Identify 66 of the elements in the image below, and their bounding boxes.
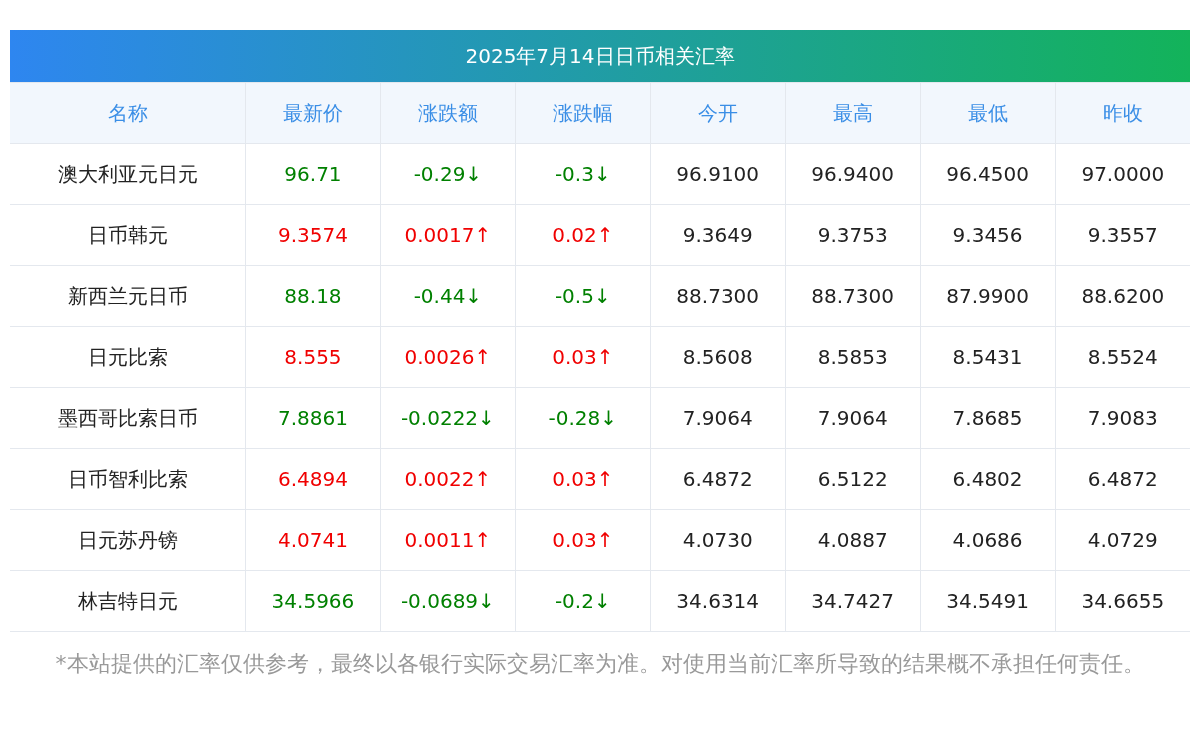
table-cell: 0.03↑ bbox=[515, 326, 651, 388]
table-cell: -0.0689↓ bbox=[380, 570, 516, 632]
disclaimer-text: *本站提供的汇率仅供参考，最终以各银行实际交易汇率为准。对使用当前汇率所导致的结果概不承担任何责任。 bbox=[54, 650, 1146, 678]
table-cell: 9.3649 bbox=[650, 204, 786, 266]
table-cell: 0.0011↑ bbox=[380, 509, 516, 571]
table-cell: 6.4894 bbox=[245, 448, 381, 510]
column-header: 名称 bbox=[10, 82, 246, 144]
table-cell: 4.0686 bbox=[920, 509, 1056, 571]
table-cell: 7.9064 bbox=[785, 387, 921, 449]
table-cell: 0.0026↑ bbox=[380, 326, 516, 388]
table-cell: 新西兰元日币 bbox=[10, 265, 246, 327]
column-header: 最低 bbox=[920, 82, 1056, 144]
table-cell: 87.9900 bbox=[920, 265, 1056, 327]
table-cell: 8.5608 bbox=[650, 326, 786, 388]
table-cell: -0.2↓ bbox=[515, 570, 651, 632]
table-cell: 7.9064 bbox=[650, 387, 786, 449]
table-cell: 0.0022↑ bbox=[380, 448, 516, 510]
table-cell: 88.7300 bbox=[650, 265, 786, 327]
table-cell: -0.28↓ bbox=[515, 387, 651, 449]
table-cell: 6.4872 bbox=[650, 448, 786, 510]
table-cell: 34.5966 bbox=[245, 570, 381, 632]
table-cell: 日元苏丹镑 bbox=[10, 509, 246, 571]
table-cell: 88.7300 bbox=[785, 265, 921, 327]
table-cell: 96.9100 bbox=[650, 143, 786, 205]
column-header: 最新价 bbox=[245, 82, 381, 144]
column-header: 涨跌额 bbox=[380, 82, 516, 144]
table-cell: 澳大利亚元日元 bbox=[10, 143, 246, 205]
table-cell: 7.8861 bbox=[245, 387, 381, 449]
table-cell: 96.9400 bbox=[785, 143, 921, 205]
table-cell: 0.03↑ bbox=[515, 448, 651, 510]
table-cell: 34.7427 bbox=[785, 570, 921, 632]
table-cell: 9.3753 bbox=[785, 204, 921, 266]
table-cell: -0.0222↓ bbox=[380, 387, 516, 449]
table-cell: 日币韩元 bbox=[10, 204, 246, 266]
table-cell: 林吉特日元 bbox=[10, 570, 246, 632]
table-cell: 8.5853 bbox=[785, 326, 921, 388]
table-cell: 4.0741 bbox=[245, 509, 381, 571]
table-cell: 34.6314 bbox=[650, 570, 786, 632]
table-cell: 7.8685 bbox=[920, 387, 1056, 449]
table-cell: 9.3574 bbox=[245, 204, 381, 266]
column-header: 最高 bbox=[785, 82, 921, 144]
table-cell: 0.02↑ bbox=[515, 204, 651, 266]
table-cell: 96.4500 bbox=[920, 143, 1056, 205]
table-cell: 日币智利比索 bbox=[10, 448, 246, 510]
table-title: 2025年7月14日日币相关汇率 bbox=[10, 30, 1190, 82]
table-cell: 墨西哥比索日币 bbox=[10, 387, 246, 449]
column-header: 今开 bbox=[650, 82, 786, 144]
table-cell: -0.29↓ bbox=[380, 143, 516, 205]
table-cell: 0.0017↑ bbox=[380, 204, 516, 266]
column-header: 涨跌幅 bbox=[515, 82, 651, 144]
table-cell: 9.3456 bbox=[920, 204, 1056, 266]
table-cell: -0.44↓ bbox=[380, 265, 516, 327]
table-cell: -0.5↓ bbox=[515, 265, 651, 327]
table-cell: 日元比索 bbox=[10, 326, 246, 388]
column-header: 昨收 bbox=[1055, 82, 1190, 144]
table-cell: 34.5491 bbox=[920, 570, 1056, 632]
table-cell: 0.03↑ bbox=[515, 509, 651, 571]
table-cell: 96.71 bbox=[245, 143, 381, 205]
table-cell: 88.18 bbox=[245, 265, 381, 327]
table-cell: 6.5122 bbox=[785, 448, 921, 510]
table-cell: 4.0887 bbox=[785, 509, 921, 571]
table-cell: 8.5431 bbox=[920, 326, 1056, 388]
table-cell: 8.555 bbox=[245, 326, 381, 388]
table-cell: 4.0730 bbox=[650, 509, 786, 571]
table-cell: 6.4802 bbox=[920, 448, 1056, 510]
table-cell: -0.3↓ bbox=[515, 143, 651, 205]
